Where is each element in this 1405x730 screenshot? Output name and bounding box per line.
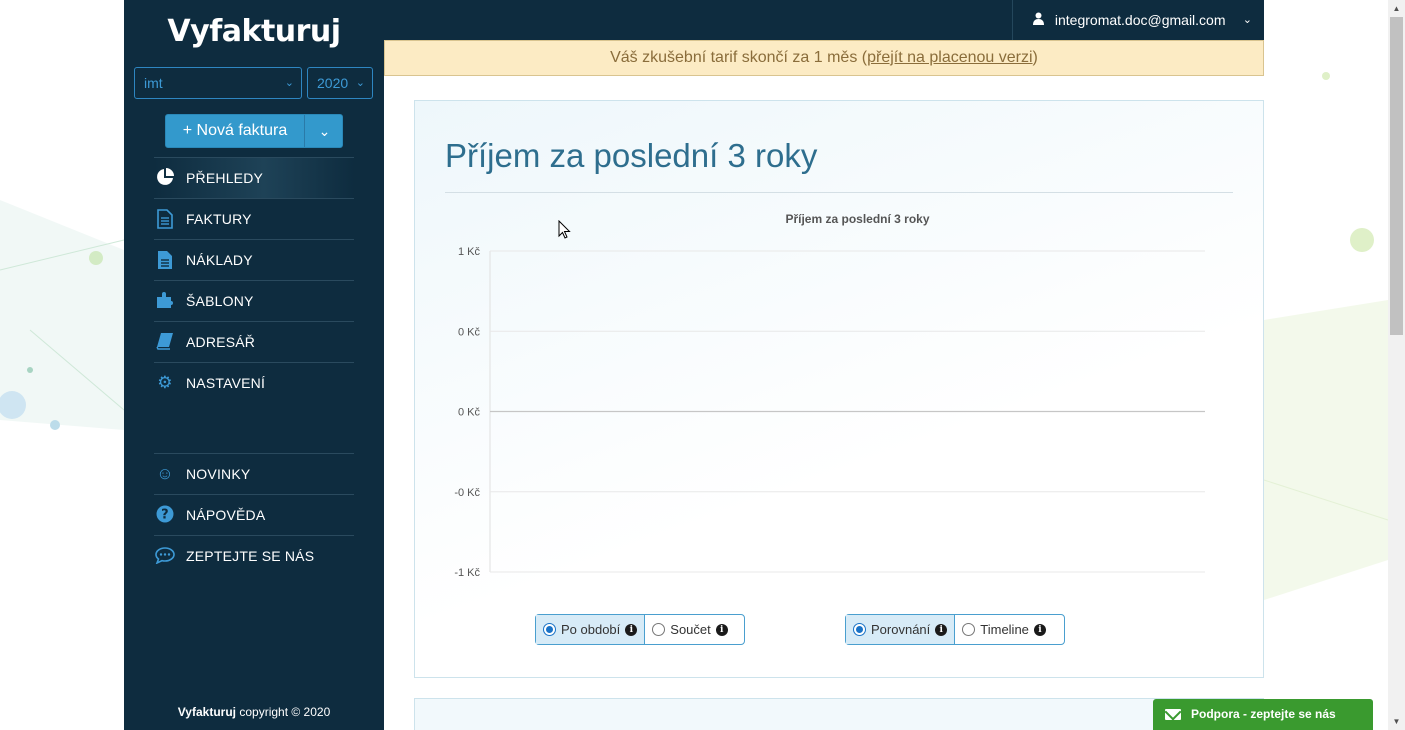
new-invoice-button[interactable]: + Nová faktura xyxy=(166,115,305,147)
radio-dot xyxy=(543,623,556,636)
sidebar-item-label: NOVINKY xyxy=(186,466,251,482)
next-card xyxy=(414,698,1264,730)
envelope-icon xyxy=(1165,709,1181,720)
info-icon[interactable]: i xyxy=(1033,623,1046,636)
chevron-down-icon: ⌄ xyxy=(284,77,294,89)
sidebar-item-label: NÁPOVĚDA xyxy=(186,507,266,523)
sidebar-item-nastaveni[interactable]: ⚙ NASTAVENÍ xyxy=(154,362,354,403)
main-navigation: PŘEHLEDY FAKTURY NÁKLADY ŠABLONY ADRESÁŘ xyxy=(154,157,354,403)
company-select-value: imt xyxy=(144,75,163,91)
file-icon xyxy=(154,250,176,270)
view-toggle: Porovnání i Timeline i xyxy=(845,614,1065,645)
sidebar-item-label: ŠABLONY xyxy=(186,293,254,309)
info-icon[interactable]: i xyxy=(935,623,948,636)
chart-svg: Příjem za poslední 3 roky 1 Kč 0 Kč 0 Kč -0 … xyxy=(454,212,1205,579)
selectors: imt ⌄ 2020 ⌄ xyxy=(134,67,374,99)
sidebar-item-novinky[interactable]: ☺ NOVINKY xyxy=(154,453,354,494)
smile-icon: ☺ xyxy=(156,464,174,483)
trial-banner-text: Váš zkušební tarif skončí za 1 měs ( xyxy=(610,49,868,66)
user-icon xyxy=(1033,0,1045,40)
radio-label: Součet xyxy=(670,622,711,637)
book-icon xyxy=(154,332,176,352)
radio-label: Po období xyxy=(561,622,621,637)
trial-banner: Váš zkušební tarif skončí za 1 měs (přej… xyxy=(384,40,1264,76)
footer-copyright: copyright © 2020 xyxy=(239,705,331,719)
new-invoice-button-group: + Nová faktura ⌄ xyxy=(165,114,343,148)
sidebar-item-napoveda[interactable]: ? NÁPOVĚDA xyxy=(154,494,354,535)
radio-soucet[interactable]: Součet i xyxy=(645,615,734,644)
sidebar-item-label: ADRESÁŘ xyxy=(186,334,256,350)
info-icon[interactable]: i xyxy=(625,623,638,636)
year-select-value: 2020 xyxy=(317,75,349,91)
radio-label: Porovnání xyxy=(871,622,931,637)
document-icon xyxy=(154,209,176,229)
sidebar-item-label: NASTAVENÍ xyxy=(186,375,266,391)
sidebar-item-adresar[interactable]: ADRESÁŘ xyxy=(154,321,354,362)
top-bar: integromat.doc@gmail.com ⌄ xyxy=(384,0,1264,40)
question-icon: ? xyxy=(154,505,176,525)
sidebar-footer: Vyfakturuj copyright © 2020 xyxy=(124,705,384,719)
sidebar: Vyfakturuj imt ⌄ 2020 ⌄ + Nová faktura ⌄… xyxy=(124,0,384,730)
pie-chart-icon xyxy=(154,168,176,188)
user-email: integromat.doc@gmail.com xyxy=(1054,12,1226,28)
card-title: Příjem za poslední 3 roky xyxy=(445,137,818,174)
page-scrollbar[interactable]: ▲ ▼ xyxy=(1388,0,1405,730)
radio-label: Timeline xyxy=(980,622,1029,637)
info-icon[interactable]: i xyxy=(715,623,728,636)
y-tick-label: 1 Kč xyxy=(458,246,481,258)
sidebar-item-faktury[interactable]: FAKTURY xyxy=(154,198,354,239)
chevron-down-icon: ⌄ xyxy=(318,123,331,139)
radio-dot xyxy=(652,623,666,636)
income-card: Příjem za poslední 3 roky Příjem za posl… xyxy=(414,100,1264,678)
chart-title: Příjem za poslední 3 roky xyxy=(785,212,929,226)
svg-text:?: ? xyxy=(161,508,169,523)
sidebar-item-label: FAKTURY xyxy=(186,211,252,227)
sidebar-item-prehledy[interactable]: PŘEHLEDY xyxy=(154,157,354,198)
radio-porovnani[interactable]: Porovnání i xyxy=(846,615,956,644)
radio-po-obdobi[interactable]: Po období i xyxy=(536,615,646,644)
sidebar-item-zeptejte[interactable]: ZEPTEJTE SE NÁS xyxy=(154,535,354,576)
user-menu[interactable]: integromat.doc@gmail.com ⌄ xyxy=(1012,0,1264,40)
sidebar-item-sablony[interactable]: ŠABLONY xyxy=(154,280,354,321)
company-select[interactable]: imt ⌄ xyxy=(134,67,302,99)
chevron-down-icon: ⌄ xyxy=(1242,14,1252,26)
new-invoice-dropdown-toggle[interactable]: ⌄ xyxy=(306,115,343,147)
app-logo[interactable]: Vyfakturuj xyxy=(124,14,384,49)
chat-icon xyxy=(154,546,176,566)
mouse-cursor-icon xyxy=(558,220,571,239)
scroll-down-arrow[interactable]: ▼ xyxy=(1388,713,1405,730)
scroll-thumb[interactable] xyxy=(1390,17,1403,335)
support-button[interactable]: Podpora - zeptejte se nás xyxy=(1153,699,1373,730)
radio-dot xyxy=(962,623,976,636)
divider xyxy=(445,192,1233,193)
y-tick-label: -1 Kč xyxy=(454,567,480,579)
scroll-up-arrow[interactable]: ▲ xyxy=(1388,0,1405,17)
radio-dot xyxy=(853,623,866,636)
upgrade-link[interactable]: přejít na placenou verzi xyxy=(867,49,1032,66)
gear-icon: ⚙ xyxy=(157,373,173,392)
puzzle-icon xyxy=(154,291,176,311)
radio-timeline[interactable]: Timeline i xyxy=(955,615,1053,644)
sidebar-item-label: ZEPTEJTE SE NÁS xyxy=(186,548,315,564)
year-select[interactable]: 2020 ⌄ xyxy=(307,67,373,99)
footer-brand: Vyfakturuj xyxy=(177,705,236,719)
secondary-navigation: ☺ NOVINKY ? NÁPOVĚDA ZEPTEJTE SE NÁS xyxy=(154,453,354,576)
y-tick-label: 0 Kč xyxy=(458,326,481,338)
trial-banner-text-end: ) xyxy=(1032,49,1038,66)
sidebar-item-naklady[interactable]: NÁKLADY xyxy=(154,239,354,280)
y-tick-label: 0 Kč xyxy=(458,407,481,419)
sidebar-item-label: NÁKLADY xyxy=(186,252,253,268)
y-tick-label: -0 Kč xyxy=(454,487,480,499)
chevron-down-icon: ⌄ xyxy=(355,77,365,89)
income-chart: Příjem za poslední 3 roky 1 Kč 0 Kč 0 Kč -0 … xyxy=(415,211,1265,591)
period-toggle: Po období i Součet i xyxy=(535,614,745,645)
sidebar-item-label: PŘEHLEDY xyxy=(186,170,264,186)
support-label: Podpora - zeptejte se nás xyxy=(1191,707,1336,721)
